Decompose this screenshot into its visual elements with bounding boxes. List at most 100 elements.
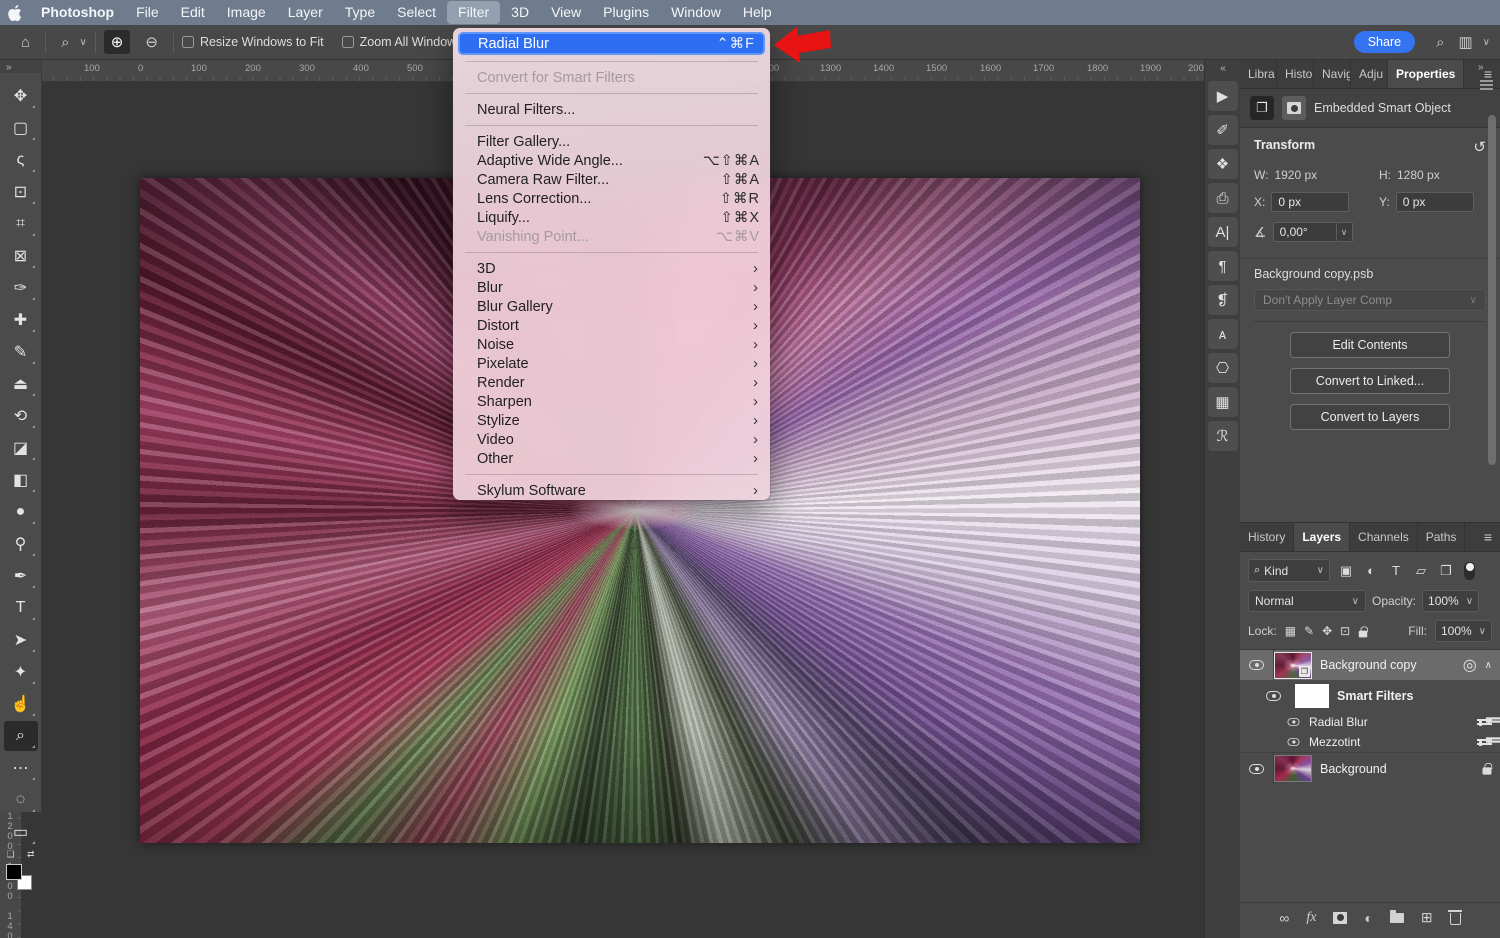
lock-position-icon[interactable]: ✥: [1322, 624, 1332, 638]
convert-to-linked-button[interactable]: Convert to Linked...: [1290, 368, 1450, 394]
dock-collapse-button[interactable]: »: [1478, 62, 1483, 73]
blur-tool[interactable]: ●: [4, 497, 38, 527]
brush-settings-panel-icon[interactable]: ✐: [1208, 115, 1238, 145]
filter-by-shape-icon[interactable]: ▱: [1412, 563, 1430, 579]
smart-filter-row-radial-blur[interactable]: Radial Blur: [1240, 712, 1500, 732]
type-tool[interactable]: T: [4, 593, 38, 623]
menubar-item-edit[interactable]: Edit: [170, 1, 216, 24]
link-layers-icon[interactable]: ∞: [1279, 910, 1289, 926]
layer-comp-select[interactable]: Don't Apply Layer Comp ∨: [1254, 289, 1486, 311]
zoom-tool-preset-icon[interactable]: ⌕: [54, 31, 76, 54]
menubar-item-layer[interactable]: Layer: [277, 1, 334, 24]
lock-transparency-icon[interactable]: ▦: [1285, 624, 1296, 638]
blend-mode-select[interactable]: Normal ∨: [1248, 590, 1366, 612]
delete-layer-icon[interactable]: [1450, 913, 1461, 925]
menubar-item-help[interactable]: Help: [732, 1, 783, 24]
menu-item-blur[interactable]: Blur›: [453, 278, 770, 297]
tab-adju[interactable]: Adju: [1351, 60, 1388, 88]
menu-item-blur-gallery[interactable]: Blur Gallery›: [453, 297, 770, 316]
quick-mask[interactable]: ◌: [4, 785, 38, 815]
kind-filter-select[interactable]: ⌕ Kind ∨: [1248, 559, 1330, 582]
collapse-smart-filters-icon[interactable]: ∧: [1485, 660, 1492, 671]
lock-paint-icon[interactable]: ✎: [1304, 624, 1314, 638]
menu-item-adaptive-wide-angle[interactable]: Adaptive Wide Angle...⌥⇧⌘A: [453, 151, 770, 170]
menubar-item-type[interactable]: Type: [334, 1, 386, 24]
glyphs-panel-icon[interactable]: ℛ: [1208, 421, 1238, 451]
add-mask-icon[interactable]: [1333, 912, 1347, 924]
new-layer-icon[interactable]: ⊞: [1421, 909, 1433, 926]
zoom-in-button[interactable]: ⊕: [104, 30, 131, 54]
smart-filter-row-mezzotint[interactable]: Mezzotint: [1240, 732, 1500, 752]
menu-item-neural-filters[interactable]: Neural Filters...: [453, 100, 770, 119]
filter-options-icon[interactable]: [1477, 737, 1492, 747]
menubar-item-file[interactable]: File: [125, 1, 170, 24]
x-input[interactable]: 0 px: [1271, 192, 1349, 212]
clone-source-panel-icon[interactable]: ⎙: [1208, 183, 1238, 213]
menu-item-liquify[interactable]: Liquify...⇧⌘X: [453, 208, 770, 227]
hand-tool[interactable]: ☝: [4, 689, 38, 719]
zoom-all-windows-checkbox[interactable]: Zoom All Windows: [342, 35, 463, 49]
chevron-down-icon[interactable]: ∨: [1483, 37, 1490, 48]
angle-input[interactable]: 0,00°: [1273, 222, 1337, 242]
menubar-item-3d[interactable]: 3D: [500, 1, 540, 24]
brushes-panel-icon[interactable]: ❖: [1208, 149, 1238, 179]
menu-item-camera-raw-filter[interactable]: Camera Raw Filter...⇧⌘A: [453, 170, 770, 189]
layer-row-smart-filters[interactable]: Smart Filters: [1240, 680, 1500, 712]
lasso-tool[interactable]: ς: [4, 145, 38, 175]
visibility-eye-icon[interactable]: [1249, 764, 1264, 774]
menubar-item-filter[interactable]: Filter: [447, 1, 500, 24]
character-panel-icon[interactable]: A|: [1208, 217, 1238, 247]
lock-artboard-icon[interactable]: ⊡: [1340, 624, 1350, 638]
smart-object-properties-button[interactable]: ❐: [1250, 96, 1274, 120]
zoom-out-button[interactable]: ⊖: [138, 30, 165, 54]
new-group-icon[interactable]: [1390, 913, 1404, 923]
panel-menu-icon[interactable]: [1480, 80, 1493, 90]
menu-item-skylum-software[interactable]: Skylum Software›: [453, 481, 770, 500]
menu-item-noise[interactable]: Noise›: [453, 335, 770, 354]
eraser-tool[interactable]: ◪: [4, 433, 38, 463]
paragraph-panel-icon[interactable]: ¶: [1208, 251, 1238, 281]
opacity-select[interactable]: 100% ∨: [1422, 590, 1479, 612]
edit-toolbar[interactable]: ⋯: [4, 753, 38, 783]
edit-contents-button[interactable]: Edit Contents: [1290, 332, 1450, 358]
layer-row-background[interactable]: Background: [1240, 752, 1500, 784]
path-selection-tool[interactable]: ➤: [4, 625, 38, 655]
dodge-tool[interactable]: ⚲: [4, 529, 38, 559]
visibility-eye-icon[interactable]: [1288, 738, 1300, 746]
adjustment-layer-icon[interactable]: ◐: [1364, 910, 1372, 926]
menu-item-radial-blur[interactable]: Radial Blur ⌃⌘F: [458, 32, 765, 55]
layer-filtering-toggle[interactable]: [1464, 562, 1475, 580]
foreground-color-swatch[interactable]: [6, 864, 22, 880]
3d-panel-icon[interactable]: ⎔: [1208, 353, 1238, 383]
swap-colors-icon[interactable]: ⇄: [27, 849, 35, 860]
reset-transform-icon[interactable]: ↺: [1473, 138, 1486, 156]
scrollbar-thumb[interactable]: [1488, 115, 1496, 465]
actions-panel-icon[interactable]: ▶: [1208, 81, 1238, 111]
tab-histo[interactable]: Histo: [1277, 60, 1314, 88]
menu-item-filter-gallery[interactable]: Filter Gallery...: [453, 132, 770, 151]
menu-item-3d[interactable]: 3D›: [453, 259, 770, 278]
frame-tool[interactable]: ⊠: [4, 241, 38, 271]
visibility-eye-icon[interactable]: [1266, 691, 1281, 701]
panel-menu-icon[interactable]: ≡: [1476, 523, 1500, 551]
eyedropper-tool[interactable]: ✑: [4, 273, 38, 303]
smart-filter-badge-icon[interactable]: ◎: [1463, 655, 1477, 675]
resize-windows-checkbox[interactable]: Resize Windows to Fit: [182, 35, 324, 49]
tab-history[interactable]: History: [1240, 523, 1294, 551]
mask-properties-button[interactable]: [1282, 96, 1306, 120]
zoom-tool[interactable]: ⌕: [4, 721, 38, 751]
lock-all-icon[interactable]: [1359, 630, 1368, 637]
menu-item-sharpen[interactable]: Sharpen›: [453, 392, 770, 411]
home-icon[interactable]: ⌂: [14, 31, 37, 54]
visibility-eye-icon[interactable]: [1249, 660, 1264, 670]
menubar-item-image[interactable]: Image: [216, 1, 277, 24]
tab-paths[interactable]: Paths: [1418, 523, 1466, 551]
healing-brush-tool[interactable]: ✚: [4, 305, 38, 335]
filter-options-icon[interactable]: [1477, 717, 1492, 727]
strip-collapse-button[interactable]: «: [1205, 60, 1240, 77]
paragraph-styles-panel-icon[interactable]: ❡: [1208, 285, 1238, 315]
tab-libra[interactable]: Libra: [1240, 60, 1277, 88]
search-icon[interactable]: ⌕: [1429, 31, 1451, 54]
menubar-item-window[interactable]: Window: [660, 1, 732, 24]
move-tool[interactable]: ✥: [4, 81, 38, 111]
